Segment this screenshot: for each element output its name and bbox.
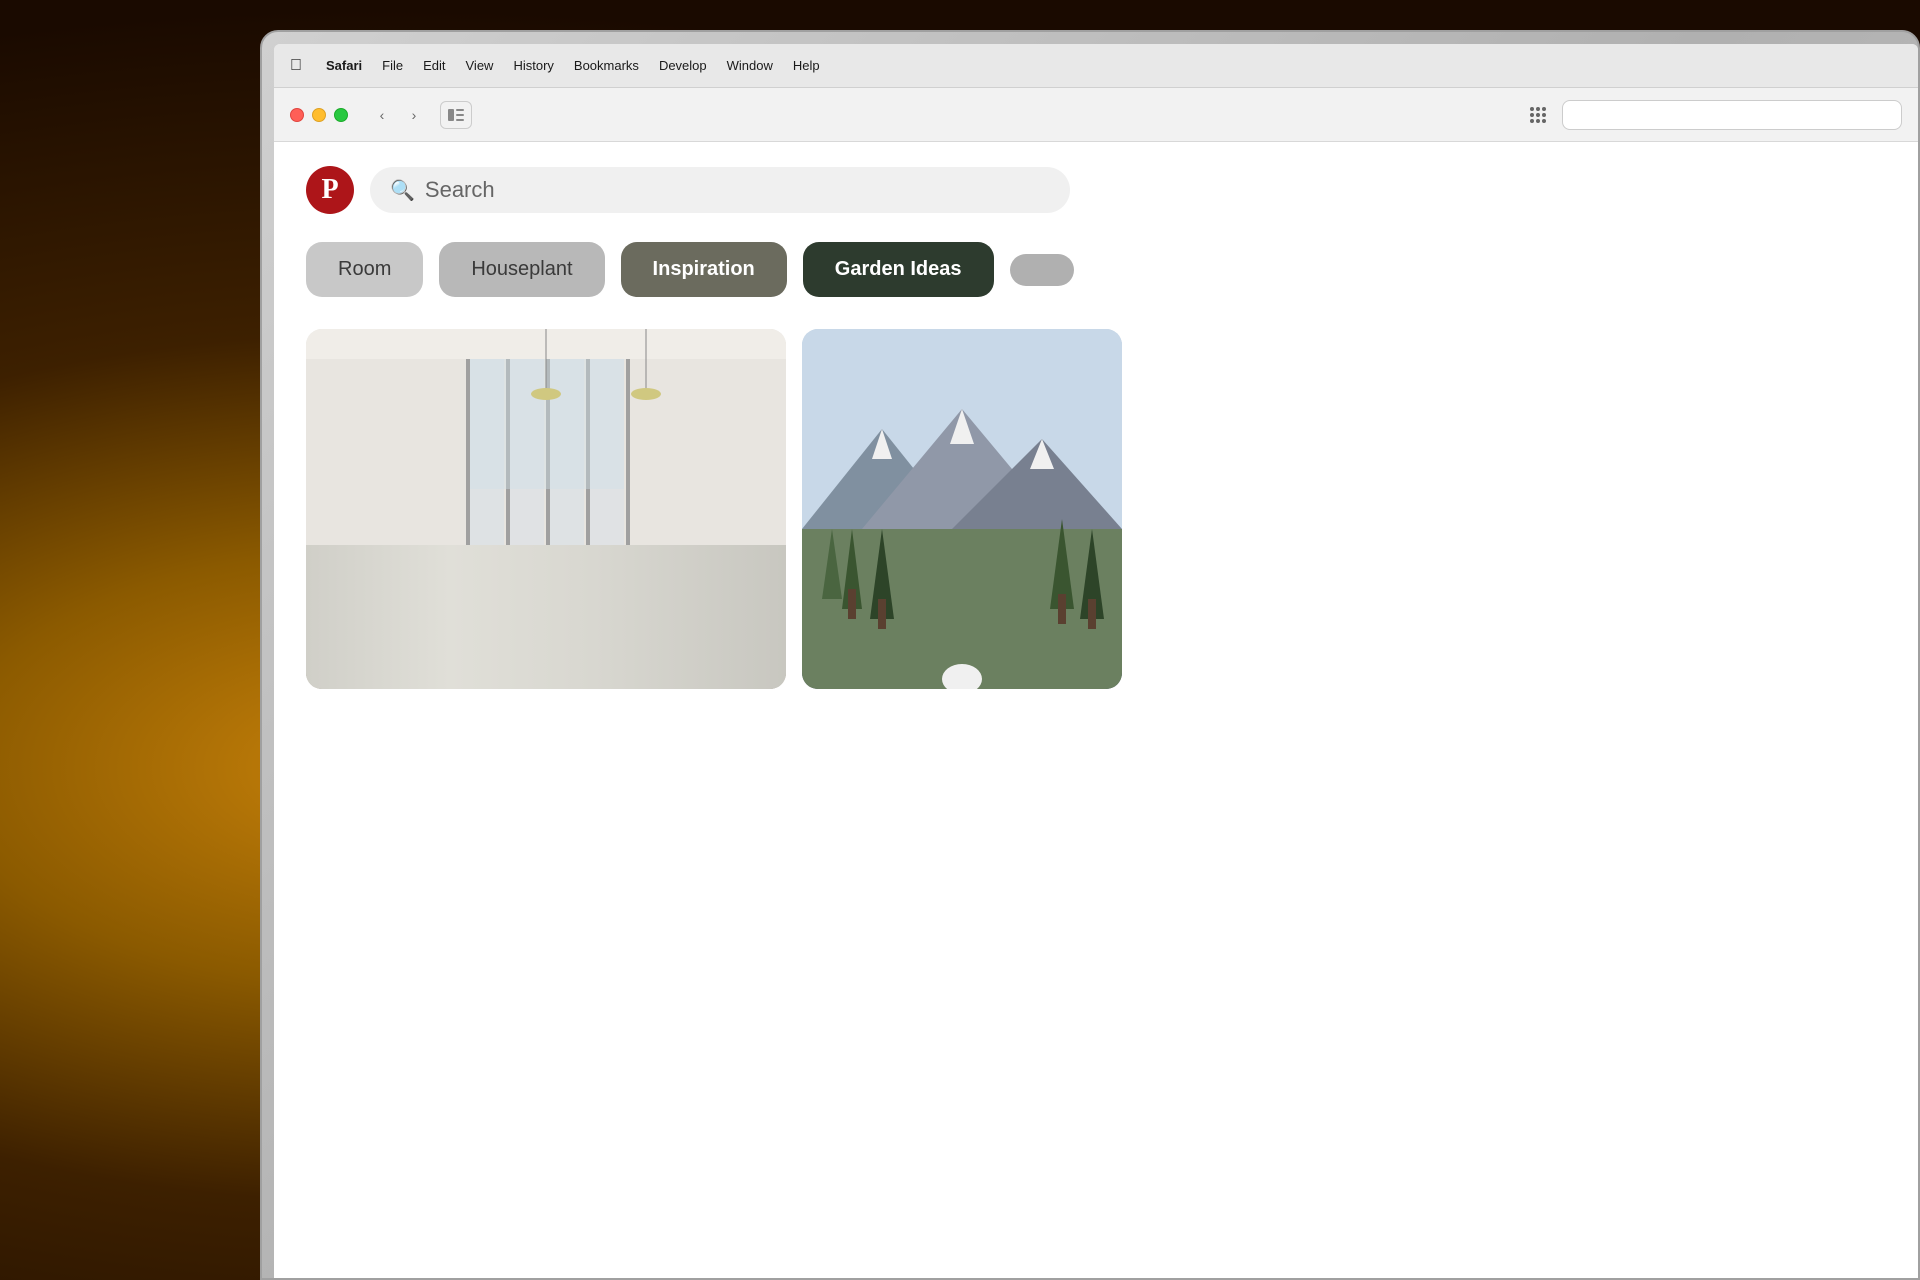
interior-image xyxy=(306,329,786,689)
menu-view[interactable]: View xyxy=(466,58,494,73)
search-placeholder-text: Search xyxy=(425,177,495,203)
browser-toolbar: ‹ › xyxy=(274,88,1918,142)
pinterest-header: P 🔍 Search xyxy=(306,166,1886,214)
sidebar-toggle-button[interactable] xyxy=(440,101,472,129)
menu-develop[interactable]: Develop xyxy=(659,58,707,73)
laptop-screen:  Safari File Edit View History Bookmark… xyxy=(274,44,1918,1278)
browser-window: ‹ › xyxy=(274,88,1918,1278)
image-grid xyxy=(306,329,1886,689)
search-bar[interactable]: 🔍 Search xyxy=(370,167,1070,213)
pinterest-page: P 🔍 Search Room Houseplant xyxy=(274,142,1918,713)
search-icon: 🔍 xyxy=(390,178,415,203)
category-room[interactable]: Room xyxy=(306,242,423,297)
interior-svg xyxy=(306,329,786,689)
close-button[interactable] xyxy=(290,108,304,122)
laptop-bezel:  Safari File Edit View History Bookmark… xyxy=(260,30,1920,1280)
menu-bookmarks[interactable]: Bookmarks xyxy=(574,58,639,73)
url-bar-area xyxy=(484,100,1902,130)
outdoor-image xyxy=(802,329,1122,689)
menu-history[interactable]: History xyxy=(513,58,553,73)
macos-menubar:  Safari File Edit View History Bookmark… xyxy=(274,44,1918,88)
pinterest-logo-letter: P xyxy=(321,174,338,206)
menu-file[interactable]: File xyxy=(382,58,403,73)
category-garden-ideas[interactable]: Garden Ideas xyxy=(803,242,994,297)
menu-help[interactable]: Help xyxy=(793,58,820,73)
traffic-lights xyxy=(290,108,348,122)
minimize-button[interactable] xyxy=(312,108,326,122)
outdoor-svg xyxy=(802,329,1122,689)
category-houseplant[interactable]: Houseplant xyxy=(439,242,604,297)
menu-window[interactable]: Window xyxy=(727,58,773,73)
category-inspiration[interactable]: Inspiration xyxy=(621,242,787,297)
menu-safari[interactable]: Safari xyxy=(326,58,362,73)
category-pills: Room Houseplant Inspiration Garden Ideas xyxy=(306,242,1886,297)
menu-edit[interactable]: Edit xyxy=(423,58,445,73)
forward-button[interactable]: › xyxy=(400,101,428,129)
apps-grid-icon xyxy=(1529,106,1547,124)
maximize-button[interactable] xyxy=(334,108,348,122)
sidebar-icon xyxy=(448,109,464,121)
image-card-outdoor[interactable] xyxy=(802,329,1122,689)
nav-buttons: ‹ › xyxy=(368,101,428,129)
image-card-interior[interactable] xyxy=(306,329,786,689)
grid-icon[interactable] xyxy=(1522,101,1554,129)
pinterest-logo[interactable]: P xyxy=(306,166,354,214)
category-more[interactable] xyxy=(1010,254,1074,286)
apple-logo-icon:  xyxy=(290,57,302,75)
back-button[interactable]: ‹ xyxy=(368,101,396,129)
url-bar[interactable] xyxy=(1562,100,1902,130)
